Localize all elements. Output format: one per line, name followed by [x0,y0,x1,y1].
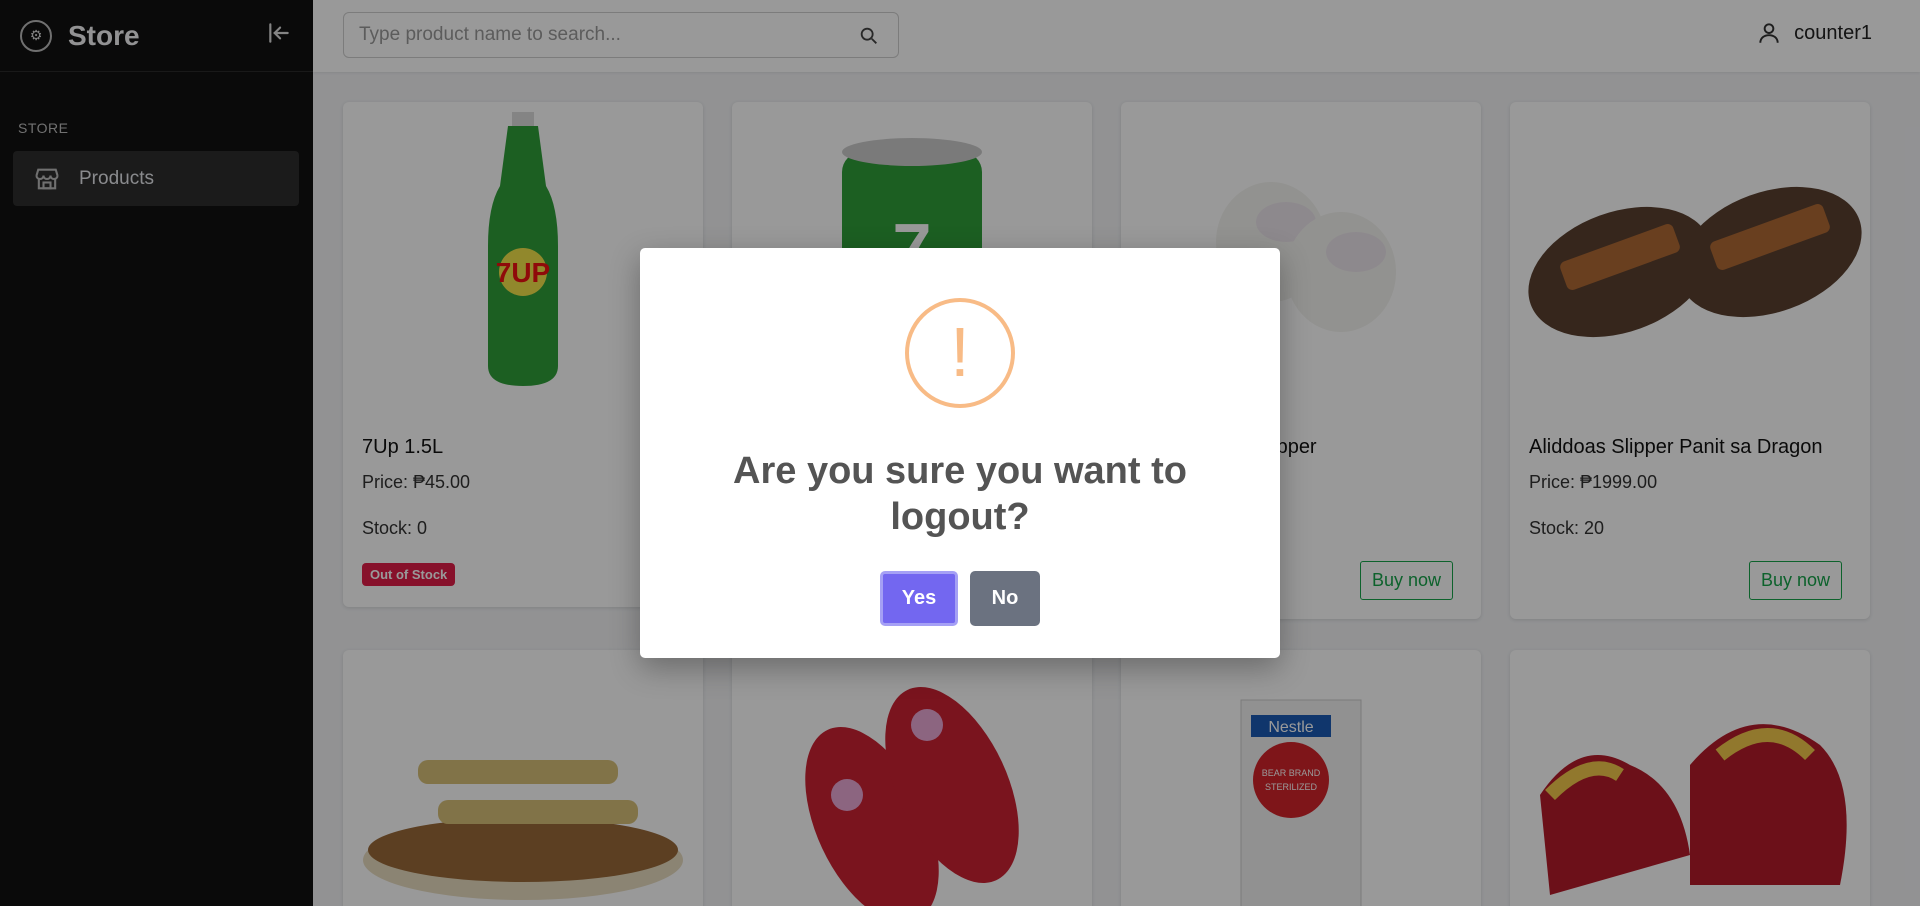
dialog-title: Are you sure you want to logout? [733,450,1187,538]
logout-confirm-dialog: ! Are you sure you want to logout? Yes N… [640,248,1280,658]
cancel-no-button[interactable]: No [970,571,1040,626]
warning-icon: ! [905,298,1015,408]
confirm-yes-button[interactable]: Yes [880,571,958,626]
